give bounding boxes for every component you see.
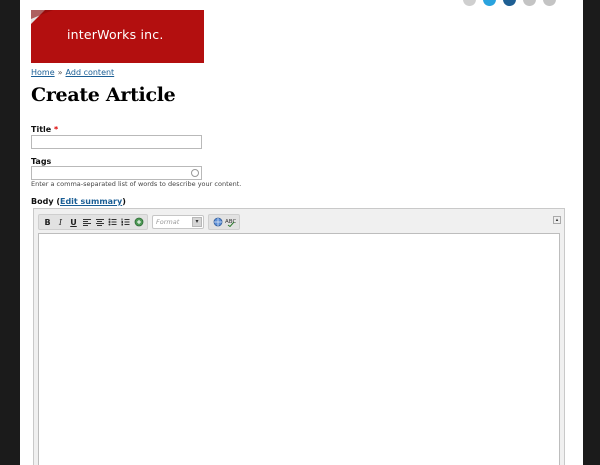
format-dropdown[interactable]: Format ▾ <box>152 215 204 229</box>
title-label-text: Title <box>31 125 52 134</box>
body-editor: B I U Format ▾ ABC ▴ <box>33 208 565 465</box>
align-left-icon <box>82 218 91 226</box>
tools-button-group: ABC <box>208 214 240 230</box>
align-center-icon <box>95 218 104 226</box>
globe-icon <box>213 217 222 227</box>
breadcrumb-add-content-link[interactable]: Add content <box>66 68 115 77</box>
breadcrumb-separator: » <box>57 68 63 77</box>
editor-text-area[interactable] <box>38 233 560 465</box>
linkedin-icon[interactable] <box>503 0 516 6</box>
numbered-list-button[interactable] <box>119 216 132 229</box>
logo-text: interWorks inc. <box>67 27 164 42</box>
spellcheck-icon: ABC <box>225 219 236 227</box>
social-icon[interactable] <box>543 0 556 6</box>
social-links <box>463 0 556 6</box>
bullet-list-icon <box>108 218 117 226</box>
body-label-suffix: ) <box>122 197 126 206</box>
body-label: Body (Edit summary) <box>31 197 126 206</box>
insert-image-button[interactable] <box>211 216 224 229</box>
tags-description: Enter a comma-separated list of words to… <box>31 180 242 188</box>
format-placeholder: Format <box>156 218 180 226</box>
link-icon <box>134 217 143 227</box>
collapse-toolbar-button[interactable]: ▴ <box>553 216 561 224</box>
link-button[interactable] <box>132 216 145 229</box>
required-mark: * <box>54 125 59 134</box>
title-label: Title * <box>31 125 58 134</box>
editor-toolbar: B I U Format ▾ ABC <box>38 213 244 231</box>
page-title: Create Article <box>31 84 176 106</box>
tags-label: Tags <box>31 157 52 166</box>
social-icon[interactable] <box>463 0 476 6</box>
numbered-list-icon <box>121 218 130 226</box>
body-label-prefix: Body ( <box>31 197 60 206</box>
edit-summary-link[interactable]: Edit summary <box>60 197 122 206</box>
site-logo[interactable]: interWorks inc. <box>31 10 204 63</box>
breadcrumb: Home» Add content <box>31 68 114 77</box>
spellcheck-button[interactable]: ABC <box>224 216 237 229</box>
svg-text:ABC: ABC <box>225 219 236 225</box>
social-icon[interactable] <box>523 0 536 6</box>
italic-button[interactable]: I <box>54 216 67 229</box>
align-center-button[interactable] <box>93 216 106 229</box>
bullet-list-button[interactable] <box>106 216 119 229</box>
title-input[interactable] <box>31 135 202 149</box>
breadcrumb-home-link[interactable]: Home <box>31 68 55 77</box>
logo-corner-shade <box>31 10 53 19</box>
align-left-button[interactable] <box>80 216 93 229</box>
autocomplete-icon <box>191 169 199 177</box>
tags-input[interactable] <box>31 166 202 180</box>
formatting-button-group: B I U <box>38 214 148 230</box>
chevron-down-icon: ▾ <box>192 217 202 227</box>
twitter-icon[interactable] <box>483 0 496 6</box>
underline-button[interactable]: U <box>67 216 80 229</box>
bold-button[interactable]: B <box>41 216 54 229</box>
page-container: interWorks inc. Home» Add content Create … <box>20 0 583 465</box>
